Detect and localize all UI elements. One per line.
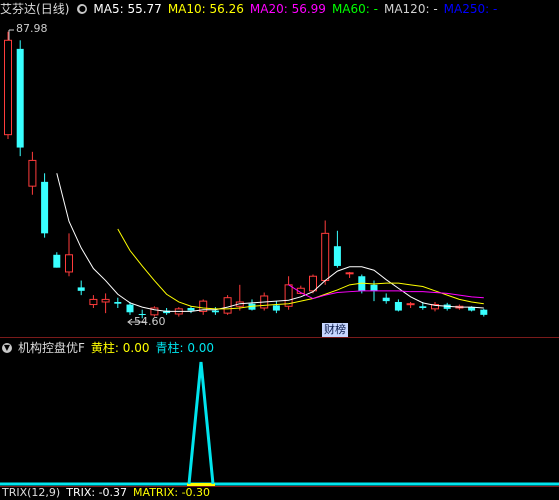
matrix-label: MATRIX: — [133, 486, 182, 499]
high-price-label: 87.98 — [16, 22, 48, 35]
high-marker — [8, 29, 14, 40]
matrix-value-group: MATRIX: -0.30 — [133, 486, 210, 500]
trix-name[interactable]: TRIX(12,9) — [2, 486, 60, 500]
indicator-settings-icon[interactable]: ▼ — [2, 343, 12, 353]
candle — [321, 220, 330, 285]
candle — [284, 276, 293, 310]
yellow-bar-value: 0.00 — [122, 341, 150, 355]
candle — [333, 230, 341, 268]
trix-value: -0.37 — [98, 486, 128, 499]
candle — [199, 299, 208, 315]
candle — [431, 301, 439, 312]
candle — [101, 293, 110, 314]
candle — [406, 301, 415, 308]
cyan-bar-value: 0.00 — [187, 341, 215, 355]
low-price-label: 54.60 — [134, 315, 166, 328]
ma5-line — [56, 173, 484, 312]
candlestick-series — [4, 31, 488, 319]
candle — [77, 280, 85, 296]
trix-label: TRIX: — [66, 486, 99, 499]
candle — [41, 173, 49, 238]
matrix-value: -0.30 — [181, 486, 211, 499]
event-badge[interactable]: 财榜 — [322, 323, 348, 337]
candle — [272, 301, 280, 314]
candle — [345, 271, 354, 278]
candle — [223, 295, 232, 315]
trix-legend: TRIX(12,9) TRIX: -0.37 MATRIX: -0.30 — [0, 486, 216, 500]
indicator-name[interactable]: 机构控盘优F — [18, 339, 85, 357]
cyan-bar-legend: 青柱: 0.00 — [155, 339, 214, 357]
yellow-bar-legend: 黄柱: 0.00 — [91, 339, 150, 357]
candle — [480, 308, 488, 317]
candle — [89, 295, 98, 308]
indicator-panel-plot — [0, 361, 559, 486]
trix-value-group: TRIX: -0.37 — [66, 486, 127, 500]
candle — [4, 31, 12, 139]
cyan-bar-label: 青柱: — [155, 341, 188, 355]
candle — [248, 299, 256, 311]
moving-average-lines — [56, 173, 484, 312]
candle — [382, 293, 390, 304]
candle — [53, 252, 61, 268]
cyan-spike — [187, 361, 215, 485]
yellow-bar-label: 黄柱: — [90, 341, 123, 355]
candle — [28, 151, 37, 195]
indicator-legend: ▼ 机构控盘优F 黄柱: 0.00 青柱: 0.00 — [0, 339, 220, 357]
candle — [309, 274, 317, 294]
candle — [394, 299, 402, 312]
candle — [187, 306, 195, 314]
candle — [65, 233, 73, 277]
candle — [114, 297, 122, 308]
candle — [235, 284, 244, 311]
candle — [16, 40, 24, 157]
kline-chart[interactable] — [0, 0, 559, 496]
